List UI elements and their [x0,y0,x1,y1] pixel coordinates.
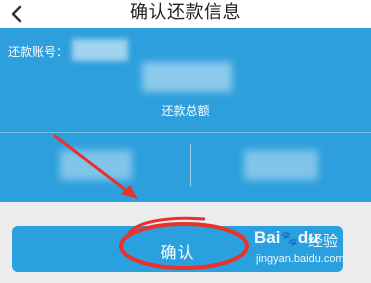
logo-text-bai: Bai [254,228,281,247]
card-divider [0,132,371,133]
total-amount-label: 还款总额 [161,104,210,118]
account-value-redacted [72,39,128,61]
account-label: 还款账号： [8,45,69,59]
watermark-text: 经验 [308,232,339,250]
repayment-info-card: 还款账号： 还款总额 [0,28,371,202]
right-cell-value-redacted [244,150,318,180]
top-navigation-bar: 确认还款信息 [0,0,371,28]
watermark-url: jingyan.baidu.com [256,253,345,265]
amount-value-redacted [142,62,232,92]
cell-divider [190,144,191,186]
page-title: 确认还款信息 [130,2,241,23]
left-cell-value-redacted [60,150,132,180]
paw-icon: 🐾 [280,230,298,246]
